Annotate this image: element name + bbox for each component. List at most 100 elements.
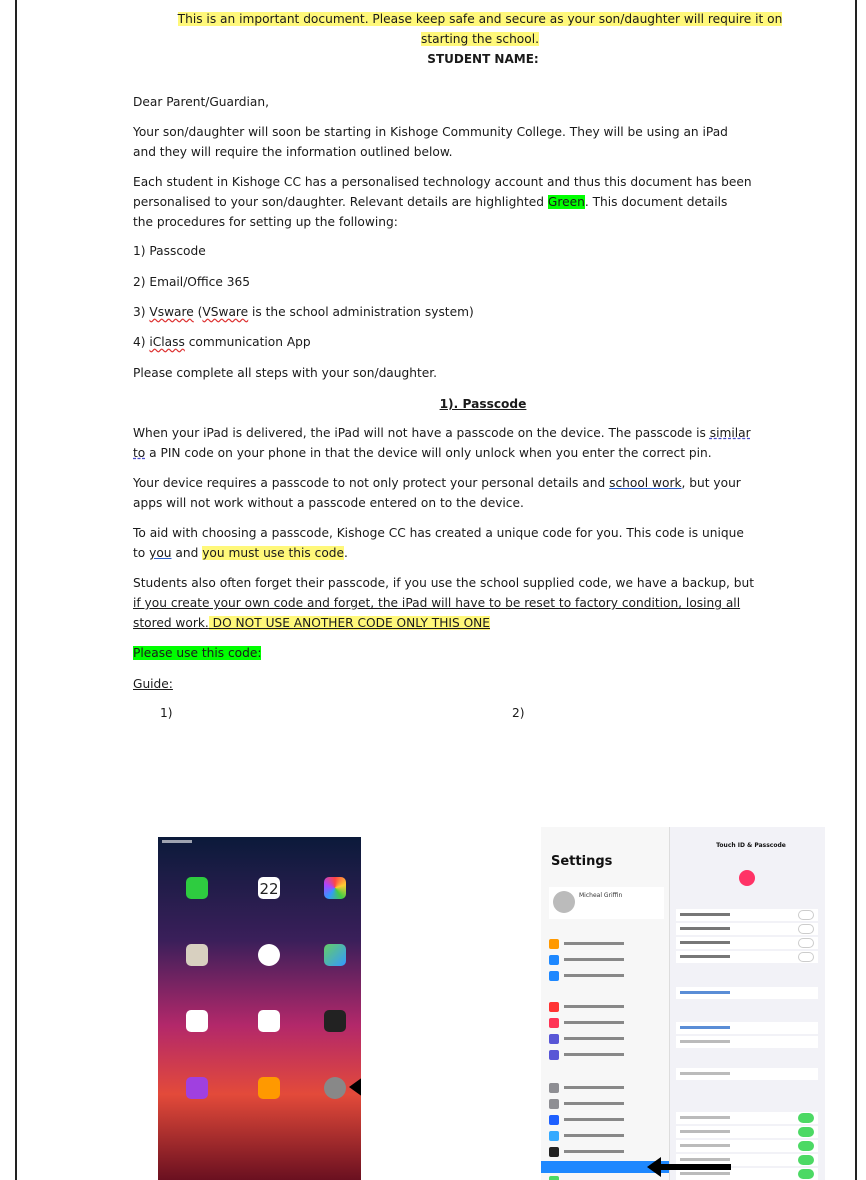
row-control-centre: [676, 1140, 818, 1152]
placeholder-text: [564, 1005, 624, 1008]
forget-paragraph: Students also often forget their passcod…: [133, 573, 833, 633]
wifi-icon: [549, 955, 559, 965]
figure-1-label: 1): [160, 706, 173, 720]
step-4: 4) iClass communication App: [133, 332, 833, 352]
placeholder-text: [680, 913, 730, 916]
placeholder-text: [680, 1040, 730, 1043]
toggle-on: [798, 1127, 814, 1137]
placeholder-text: [680, 1130, 730, 1133]
placeholder-text: [564, 1118, 624, 1121]
placeholder-text: [680, 991, 730, 994]
sidebar-item-wallpaper: [549, 1131, 664, 1141]
notes-icon: [186, 1010, 208, 1032]
avatar: [553, 891, 575, 913]
settings-title: Settings: [551, 854, 613, 869]
clock-icon: [258, 944, 280, 966]
placeholder-text: [564, 1134, 624, 1137]
green-highlight-word: Green: [547, 195, 585, 209]
row-change-passcode: [676, 1036, 818, 1048]
placeholder-text: [680, 1072, 730, 1075]
sidebar-item-do-not-disturb: [549, 1034, 664, 1044]
row-add-fingerprint: [676, 987, 818, 999]
placeholder-text: [680, 927, 730, 930]
display-icon: [549, 1115, 559, 1125]
toggle-on: [798, 1141, 814, 1151]
salutation: Dear Parent/Guardian,: [133, 95, 269, 109]
toggle-on: [798, 1113, 814, 1123]
row-itunes-app-store: [676, 923, 818, 935]
gear-icon: [549, 1083, 559, 1093]
facetime-icon: [186, 877, 208, 899]
toggle-on: [798, 1155, 814, 1165]
notice-line-1: This is an important document. Please ke…: [177, 12, 783, 26]
step-3-prefix: 3): [133, 305, 150, 319]
row-turn-passcode-on: [676, 1022, 818, 1034]
aid-and: and: [171, 546, 203, 560]
notifications-icon: [549, 1002, 559, 1012]
use-this-code: Please use this code:: [133, 643, 833, 663]
toggle-off: [798, 938, 814, 948]
row-today-view: [676, 1112, 818, 1124]
account-line-1: Each student in Kishoge CC has a persona…: [133, 175, 752, 189]
sidebar-item-siri: [549, 1147, 664, 1157]
step-4-prefix: 4): [133, 335, 150, 349]
intro-line-2: and they will require the information ou…: [133, 145, 453, 159]
settings-touch-id-screenshot: Settings Micheal Griffin Touch ID & Pass…: [541, 827, 825, 1180]
placeholder-text: [680, 1172, 730, 1175]
requires-line-1b: , but your: [681, 476, 741, 490]
notice-line-2: starting the school.: [421, 32, 539, 46]
delivered-to: to: [133, 446, 146, 460]
sidebar-item-airplane: [549, 939, 664, 949]
placeholder-text: [680, 1158, 730, 1161]
delivered-line-2: a PIN code on your phone in that the dev…: [145, 446, 712, 460]
calendar-icon: 22: [258, 877, 280, 899]
row-apple-pay: [676, 937, 818, 949]
placeholder-text: [680, 1144, 730, 1147]
requires-paragraph: Your device requires a passcode to not o…: [133, 473, 833, 513]
account-line-2b: . This document details: [584, 195, 728, 209]
fingerprint-icon: [739, 870, 755, 886]
maps-icon: [324, 944, 346, 966]
step-3-vsware: Vsware: [149, 305, 194, 319]
placeholder-text: [564, 958, 624, 961]
intro-paragraph: Your son/daughter will soon be starting …: [133, 122, 833, 162]
hourglass-icon: [549, 1050, 559, 1060]
step-3-vsware-2: VSware: [202, 305, 249, 319]
requires-line-2: apps will not work without a passcode en…: [133, 496, 524, 510]
sidebar-item-bluetooth: [549, 971, 664, 981]
step-3: 3) Vsware (VSware is the school administ…: [133, 302, 833, 322]
student-name-label: STUDENT NAME:: [427, 52, 539, 66]
delivered-paragraph: When your iPad is delivered, the iPad wi…: [133, 423, 833, 463]
settings-app-icon: [324, 1077, 346, 1099]
forget-line-3: stored work.: [133, 616, 209, 630]
row-ipad-unlock: [676, 909, 818, 921]
placeholder-text: [564, 1150, 624, 1153]
siri-icon: [549, 1147, 559, 1157]
aid-must-use: you must use this code: [202, 546, 345, 560]
battery-icon: [549, 1176, 559, 1180]
placeholder-text: [564, 942, 624, 945]
row-require-passcode: [676, 1068, 818, 1080]
complete-all-steps: Please complete all steps with your son/…: [133, 366, 438, 380]
toggle-off: [798, 924, 814, 934]
toggle-off: [798, 910, 814, 920]
sounds-icon: [549, 1018, 559, 1028]
sidebar-item-sounds: [549, 1018, 664, 1028]
account-line-2a: personalised to your son/daughter. Relev…: [133, 195, 548, 209]
placeholder-text: [564, 1053, 624, 1056]
placeholder-text: [680, 941, 730, 944]
toggle-off: [798, 952, 814, 962]
sliders-icon: [549, 1099, 559, 1109]
touch-id-header: Touch ID & Passcode: [716, 842, 786, 849]
step-1: 1) Passcode: [133, 244, 206, 258]
row-notification-centre: [676, 1126, 818, 1138]
ipad-home-screenshot: 22: [158, 837, 361, 1180]
photos-icon: [324, 877, 346, 899]
placeholder-text: [564, 1102, 624, 1105]
aid-you: you: [149, 546, 172, 560]
step-3-suffix: is the school administration system): [248, 305, 474, 319]
important-notice: This is an important document. Please ke…: [135, 9, 825, 49]
delivered-similar: similar: [709, 426, 751, 440]
placeholder-text: [564, 974, 624, 977]
forget-line-2: if you create your own code and forget, …: [133, 596, 741, 610]
